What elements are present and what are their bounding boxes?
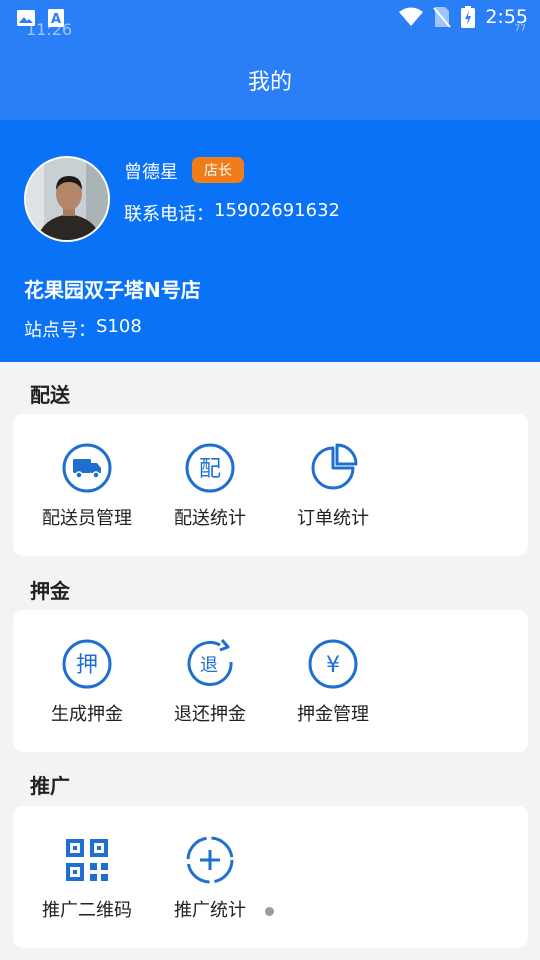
section-title-delivery: 配送: [30, 383, 70, 407]
section-title-promotion: 推广: [30, 774, 70, 798]
section-title-deposit: 押金: [30, 579, 70, 603]
promotion-stats-button[interactable]: 推广统计: [148, 828, 272, 928]
status-bar: A 11:26 2:55 77: [0, 0, 540, 40]
app-header: 我的: [0, 40, 540, 120]
user-name: 曾德星: [124, 162, 178, 183]
svg-text:配: 配: [199, 457, 221, 482]
qr-code-icon: [66, 839, 108, 881]
delivery-truck-icon: [62, 443, 112, 493]
item-label: 配送员管理: [42, 508, 132, 529]
order-stats-button[interactable]: 订单统计: [271, 436, 395, 536]
phone-label: 联系电话：: [124, 204, 214, 225]
no-sim-icon: [433, 7, 452, 28]
battery-charging-icon: [461, 6, 476, 28]
status-time-ghost: 11:26: [26, 20, 73, 39]
courier-management-button[interactable]: 配送员管理: [25, 436, 149, 536]
item-label: 押金管理: [297, 704, 369, 725]
item-label: 退还押金: [174, 704, 246, 725]
site-label: 站点号：: [24, 320, 96, 341]
phone-row: 联系电话： 15902691632: [124, 200, 340, 226]
delivery-stats-icon: 配: [185, 443, 235, 493]
create-deposit-icon: 押: [62, 639, 112, 689]
item-label: 订单统计: [297, 508, 369, 529]
wifi-icon: [399, 7, 424, 26]
profile-card: 曾德星 店长 联系电话： 15902691632 花果园双子塔N号店 站点号： …: [0, 120, 540, 362]
battery-level-ghost: 77: [514, 24, 526, 34]
site-number: S108: [96, 316, 142, 337]
delivery-stats-button[interactable]: 配 配送统计: [148, 436, 272, 536]
promotion-qr-button[interactable]: 推广二维码: [25, 828, 149, 928]
pie-chart-icon: [311, 443, 358, 490]
item-label: 推广统计: [174, 900, 246, 921]
promotion-card: 推广二维码 推广统计: [13, 806, 528, 948]
item-label: 生成押金: [51, 704, 123, 725]
refund-deposit-icon: 退: [187, 639, 233, 686]
site-row: 站点号： S108: [24, 316, 142, 342]
system-icons: 2:55: [399, 6, 528, 28]
svg-text:¥: ¥: [326, 653, 340, 678]
page-title: 我的: [247, 70, 292, 95]
promotion-stats-icon: [186, 836, 234, 884]
avatar[interactable]: [24, 156, 110, 242]
item-label: 推广二维码: [42, 900, 132, 921]
role-badge: 店长: [192, 157, 244, 183]
deposit-card: 押 生成押金 退 退还押金 ¥ 押金管理: [13, 610, 528, 752]
refund-deposit-button[interactable]: 退 退还押金: [148, 632, 272, 732]
svg-text:退: 退: [200, 655, 218, 676]
phone-number: 15902691632: [214, 200, 340, 221]
delivery-card: 配送员管理 配 配送统计 订单统计: [13, 414, 528, 556]
svg-text:押: 押: [76, 653, 98, 678]
create-deposit-button[interactable]: 押 生成押金: [25, 632, 149, 732]
deposit-management-button[interactable]: ¥ 押金管理: [271, 632, 395, 732]
touch-indicator-dot: [265, 907, 274, 916]
store-name: 花果园双子塔N号店: [24, 278, 201, 302]
item-label: 配送统计: [174, 508, 246, 529]
deposit-manage-icon: ¥: [308, 639, 358, 689]
